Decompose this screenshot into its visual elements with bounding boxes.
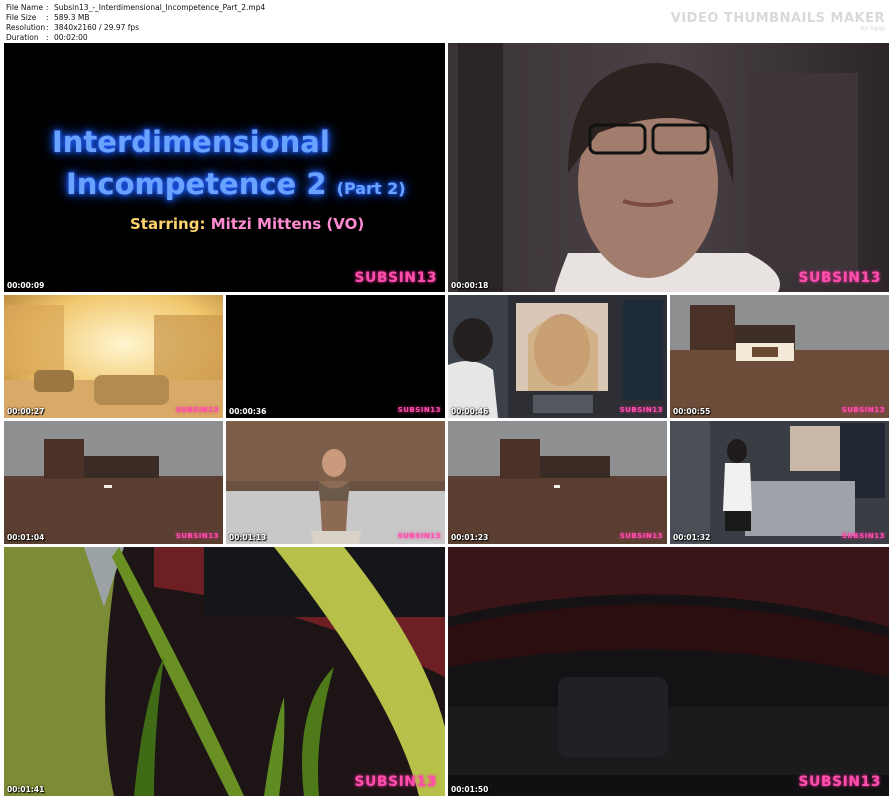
file-name-value: Subsin13_-_Interdimensional_Incompetence… — [54, 3, 266, 12]
watermark-logo: SUBSIN13 — [619, 532, 663, 540]
file-size-row: File Size:589.3 MB — [6, 13, 90, 22]
scene-dark — [448, 547, 889, 796]
watermark-logo: SUBSIN13 — [798, 270, 881, 286]
timestamp: 00:01:13 — [229, 533, 267, 542]
video-title: Interdimensional Incompetence 2 (Part 2) — [52, 125, 406, 201]
watermark-logo: SUBSIN13 — [841, 532, 885, 540]
scene-street — [4, 295, 223, 418]
starring-credit: Starring: Mitzi Mittens (VO) — [130, 215, 365, 233]
thumbnail-lab-console[interactable]: SUBSIN13 00:01:32 — [670, 421, 889, 544]
timestamp: 00:00:55 — [673, 407, 711, 416]
timestamp: 00:01:50 — [451, 785, 489, 794]
thumbnail-grass-closeup[interactable]: SUBSIN13 00:01:41 — [4, 547, 445, 796]
watermark-logo: SUBSIN13 — [354, 270, 437, 286]
scene-grass — [4, 547, 445, 796]
watermark-logo: SUBSIN13 — [841, 406, 885, 414]
watermark-logo: SUBSIN13 — [397, 532, 441, 540]
thumbnail-dark-interior[interactable]: SUBSIN13 00:01:50 — [448, 547, 889, 796]
duration-value: 00:02:00 — [54, 33, 88, 42]
brand-logo: VIDEO THUMBNAILS MAKER by Sgap — [670, 11, 885, 32]
watermark-logo: SUBSIN13 — [397, 406, 441, 414]
thumbnail-room-table-2[interactable]: SUBSIN13 00:01:23 — [448, 421, 667, 544]
scene-room — [670, 295, 889, 418]
resolution-value: 3840x2160 / 29.97 fps — [54, 23, 140, 32]
thumbnail-title-card[interactable]: Interdimensional Incompetence 2 (Part 2)… — [4, 43, 445, 292]
watermark-logo: SUBSIN13 — [619, 406, 663, 414]
thumbnail-room-light[interactable]: SUBSIN13 00:00:55 — [670, 295, 889, 418]
timestamp: 00:00:46 — [451, 407, 489, 416]
timestamp: 00:01:32 — [673, 533, 711, 542]
thumbnail-woman-glasses[interactable]: SUBSIN13 00:00:18 — [448, 43, 889, 292]
timestamp: 00:00:27 — [7, 407, 45, 416]
scene-lab — [670, 421, 889, 544]
timestamp: 00:01:41 — [7, 785, 45, 794]
thumbnail-giantess-low-angle[interactable]: SUBSIN13 00:01:13 — [226, 421, 445, 544]
timestamp: 00:01:04 — [7, 533, 45, 542]
watermark-logo: SUBSIN13 — [798, 774, 881, 790]
thumbnail-room-table[interactable]: SUBSIN13 00:01:04 — [4, 421, 223, 544]
timestamp: 00:00:18 — [451, 281, 489, 290]
watermark-logo: SUBSIN13 — [354, 774, 437, 790]
scene-room-table — [4, 421, 223, 544]
resolution-row: Resolution:3840x2160 / 29.97 fps — [6, 23, 140, 32]
duration-row: Duration:00:02:00 — [6, 33, 88, 42]
file-size-value: 589.3 MB — [54, 13, 90, 22]
scene-woman-glasses — [448, 43, 889, 292]
thumbnail-black-frame[interactable]: SUBSIN13 00:00:36 — [226, 295, 445, 418]
file-name-row: File Name: Subsin13_-_Interdimensional_In… — [6, 3, 266, 12]
watermark-logo: SUBSIN13 — [175, 406, 219, 414]
thumbnail-street-explosion[interactable]: SUBSIN13 00:00:27 — [4, 295, 223, 418]
timestamp: 00:00:36 — [229, 407, 267, 416]
watermark-logo: SUBSIN13 — [175, 532, 219, 540]
thumbnail-screen-call[interactable]: SUBSIN13 00:00:46 — [448, 295, 667, 418]
scene-monitor — [448, 295, 667, 418]
file-info: File Name: Subsin13_-_Interdimensional_In… — [6, 3, 265, 43]
scene-low-angle — [226, 421, 445, 544]
timestamp: 00:00:09 — [7, 281, 45, 290]
timestamp: 00:01:23 — [451, 533, 489, 542]
scene-room-table-2 — [448, 421, 667, 544]
